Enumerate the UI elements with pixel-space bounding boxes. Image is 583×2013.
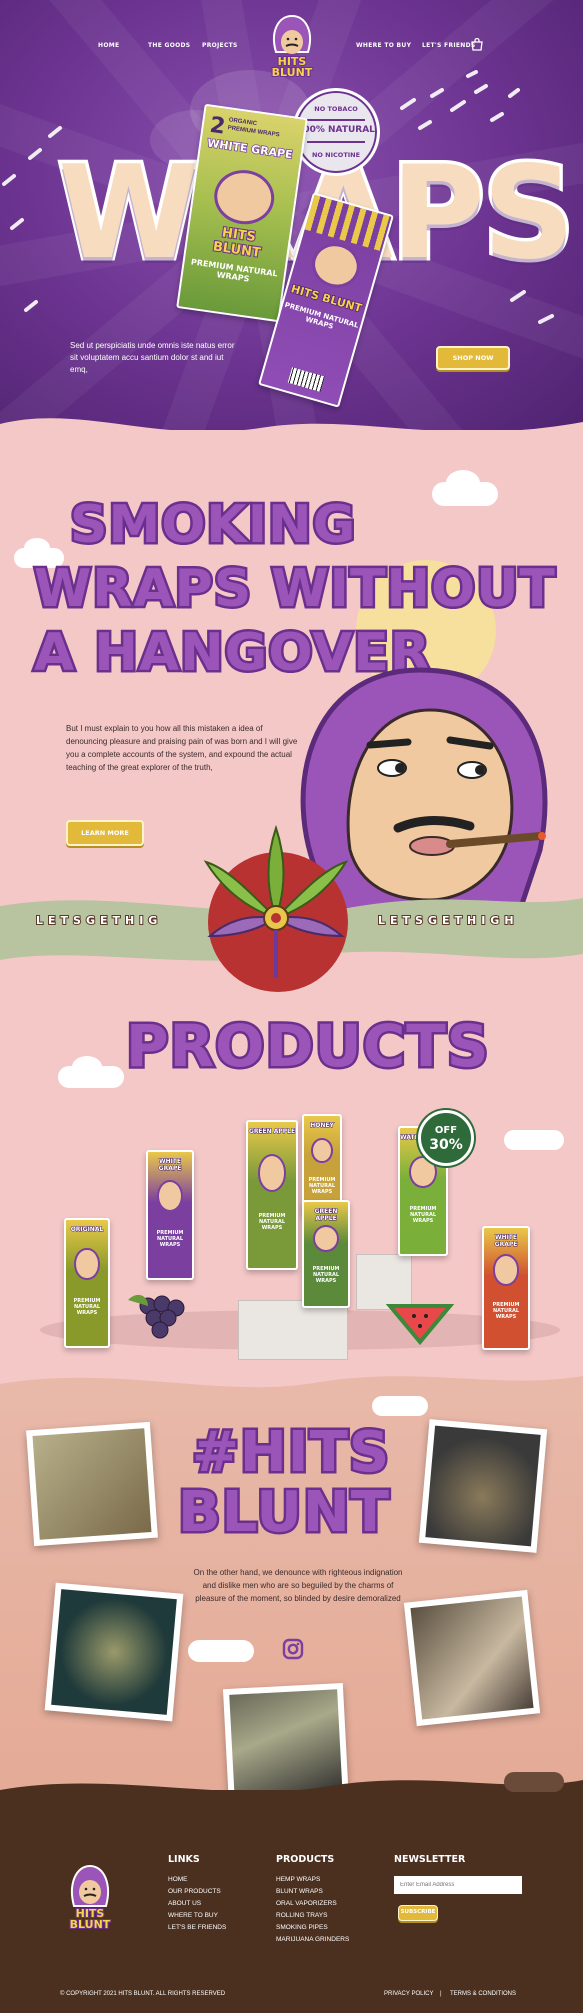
gallery-photo[interactable] — [26, 1421, 158, 1547]
badge-top: OFF — [434, 1125, 458, 1136]
social-text: On the other hand, we denounce with righ… — [193, 1568, 403, 1603]
footer-product-link[interactable]: ORAL VAPORIZERS — [276, 1900, 337, 1907]
pack-tag: PREMIUM NATURAL WRAPS — [258, 1212, 286, 1231]
subscribe-button[interactable]: SUBSCRIBE — [398, 1905, 438, 1921]
stamp-bottom-text: NO NICOTINE — [311, 151, 361, 159]
discount-badge: OFF 30% — [418, 1110, 474, 1166]
pack-flavor: HONEY — [310, 1122, 335, 1130]
gallery-photo[interactable] — [44, 1582, 184, 1722]
wave-divider — [0, 418, 583, 464]
product-pack[interactable]: GREEN APPLE PREMIUM NATURAL WRAPS — [246, 1120, 298, 1270]
product-pack[interactable]: WHITE GRAPE PREMIUM NATURAL WRAPS — [146, 1150, 194, 1280]
band-text-left: LETSGETHIG — [35, 913, 163, 928]
brand-line2: BLUNT — [271, 66, 314, 79]
pack-flavor: ORIGINAL — [70, 1226, 104, 1234]
nav-projects[interactable]: PROJECTS — [202, 42, 238, 49]
footer-link[interactable]: OUR PRODUCTS — [168, 1888, 221, 1895]
terms-link[interactable]: TERMS & CONDITIONS — [450, 1991, 516, 1997]
footer-separator: | — [440, 1991, 442, 1997]
cloud-decoration — [24, 538, 50, 558]
pack-flavor: GREEN APPLE — [248, 1128, 296, 1136]
footer-product-link[interactable]: ROLLING TRAYS — [276, 1912, 327, 1919]
shop-now-button[interactable]: SHOP NOW — [436, 346, 510, 370]
cart-icon[interactable] — [470, 38, 484, 52]
smoking-title-line-1: SMOKING — [67, 495, 357, 555]
band-text-right: LETSGETHIGH — [377, 913, 519, 928]
nav-lets-friends[interactable]: LET'S FRIENDS — [422, 42, 476, 49]
gallery-photo[interactable] — [418, 1419, 548, 1553]
footer-product-link[interactable]: HEMP WRAPS — [276, 1876, 320, 1883]
footer-newsletter-title: NEWSLETTER — [394, 1854, 466, 1865]
pack-count: 2 — [208, 112, 227, 140]
pedestal — [238, 1300, 348, 1360]
footer-links-title: LINKS — [168, 1854, 200, 1865]
pack-flavor: WHITE GRAPE — [494, 1234, 518, 1249]
footer-product-link[interactable]: MARIJUANA GRINDERS — [276, 1936, 349, 1943]
cannabis-leaf-icon — [203, 824, 349, 978]
cloud-decoration — [504, 1772, 564, 1792]
footer-product-link[interactable]: SMOKING PIPES — [276, 1924, 328, 1931]
smoking-text: But I must explain to you how all this m… — [66, 724, 298, 772]
brand-logo[interactable]: HITS BLUNT — [268, 12, 316, 86]
nav-home[interactable]: HOME — [98, 42, 119, 49]
footer-products-title: PRODUCTS — [276, 1854, 335, 1865]
hero-section: HOME THE GOODS PROJECTS WHERE TO BUY LET… — [0, 0, 583, 430]
copyright-text: © COPYRIGHT 2021 HITS BLUNT. ALL RIGHTS … — [60, 1991, 226, 1997]
footer-link[interactable]: ABOUT US — [168, 1900, 201, 1907]
hero-text: Sed ut perspiciatis unde omnis iste natu… — [70, 341, 235, 374]
pack-tag: PREMIUM NATURAL WRAPS — [73, 1298, 101, 1317]
footer-link[interactable]: WHERE TO BUY — [168, 1912, 218, 1919]
pack-tag: PREMIUM NATURAL WRAPS — [312, 1266, 340, 1285]
cloud-decoration — [372, 1396, 428, 1416]
pack-line2: PREMIUM WRAPS — [227, 125, 280, 139]
newsletter-email-input[interactable] — [394, 1876, 522, 1894]
nav-where-to-buy[interactable]: WHERE TO BUY — [356, 42, 411, 49]
badge-value: 30% — [429, 1137, 463, 1153]
pack-tag: PREMIUM NATURAL WRAPS — [156, 1230, 184, 1249]
gallery-photo[interactable] — [403, 1589, 541, 1727]
pack-tag: PREMIUM NATURAL WRAPS — [409, 1206, 437, 1225]
privacy-policy-link[interactable]: PRIVACY POLICY — [384, 1991, 433, 1997]
product-pack[interactable]: GREEN APPLE PREMIUM NATURAL WRAPS — [302, 1200, 350, 1308]
pack-tag: PREMIUM NATURAL WRAPS — [492, 1302, 520, 1321]
pack-flavor: WHITE GRAPE — [158, 1158, 182, 1173]
footer: HITS BLUNT LINKS HOME OUR PRODUCTS ABOUT U… — [0, 1772, 583, 2013]
cloud-decoration — [446, 470, 480, 496]
products-title: PRODUCTS — [124, 1012, 492, 1080]
instagram-icon[interactable] — [282, 1638, 304, 1660]
product-pack[interactable]: WHITE GRAPE PREMIUM NATURAL WRAPS — [482, 1226, 530, 1350]
footer-link[interactable]: HOME — [168, 1876, 188, 1883]
grapes-decoration — [128, 1294, 185, 1339]
pack-flavor: WHITE GRAPE — [206, 136, 294, 162]
cloud-decoration — [72, 1056, 102, 1078]
footer-product-link[interactable]: BLUNT WRAPS — [276, 1888, 323, 1895]
footer-logo[interactable]: HITS BLUNT — [64, 1862, 116, 1936]
cloud-decoration — [188, 1640, 254, 1662]
pack-flavor: GREEN APPLE — [314, 1208, 338, 1223]
cloud-decoration — [504, 1130, 564, 1150]
product-pack[interactable]: ORIGINAL PREMIUM NATURAL WRAPS — [64, 1218, 110, 1348]
stamp-top-text: NO TOBACO — [314, 105, 358, 113]
social-title-line-2: BLUNT — [176, 1480, 392, 1545]
watermelon-decoration — [385, 1304, 455, 1346]
social-title-line-1: #HITS — [189, 1420, 391, 1485]
learn-more-button[interactable]: LEARN MORE — [66, 820, 144, 846]
footer-link[interactable]: LET'S BE FRIENDS — [168, 1924, 226, 1931]
nav-the-goods[interactable]: THE GOODS — [148, 42, 190, 49]
smoking-title-line-2: WRAPS WITHOUT — [32, 559, 558, 619]
stamp-mid-text: 100% NATURAL — [297, 125, 375, 135]
pack-tag: PREMIUM NATURAL WRAPS — [308, 1176, 336, 1195]
footer-brand-line2: BLUNT — [69, 1918, 112, 1931]
